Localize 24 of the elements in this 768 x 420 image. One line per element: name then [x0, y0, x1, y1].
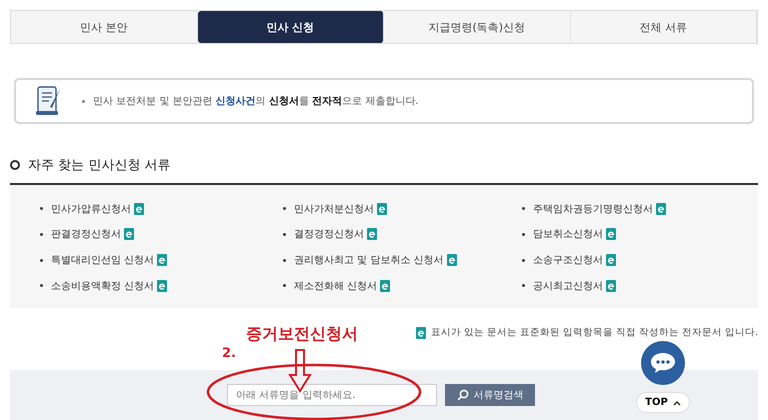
document-link[interactable]: 공시최고신청서 — [533, 278, 603, 293]
document-link[interactable]: 담보취소신청서 — [533, 227, 603, 242]
search-button[interactable]: 서류명검색 — [445, 384, 535, 406]
document-link[interactable]: 민사가압류신청서 — [51, 202, 131, 216]
section-title: 자주 찾는 민사신청 서류 — [28, 157, 170, 174]
tab[interactable]: 민사 신청 — [198, 11, 384, 43]
document-link[interactable]: 소송구조신청서 — [533, 253, 603, 267]
document-link[interactable]: 주택임차권등기명령신청서 — [533, 202, 653, 216]
document-link[interactable]: 소송비용액확정 신청서 — [51, 278, 154, 293]
tab[interactable]: 전체 서류 — [570, 11, 757, 43]
document-link[interactable]: 권리행사최고 및 담보취소 신청서 — [294, 253, 444, 267]
top-button[interactable]: TOP — [636, 392, 690, 413]
document-link[interactable]: 제소전화해 신청서 — [294, 278, 378, 293]
tab[interactable]: 민사 본안 — [11, 11, 198, 43]
notice-text: 민사 보전처분 및 본안관련 신청사건의 신청서를 전자적으로 제출합니다. — [93, 95, 418, 108]
tab[interactable]: 지급명령(독촉)신청 — [384, 11, 570, 43]
legend-text: 표시가 있는 문서는 표준화된 입력항목을 직접 작성하는 전자문서 입니다. — [430, 326, 758, 339]
annotation-text: 증거보전신청서 — [246, 324, 358, 345]
document-link[interactable]: 특별대리인선임 신청서 — [51, 253, 154, 267]
document-link[interactable]: 민사가처분신청서 — [294, 202, 374, 216]
step-number: 2. — [222, 346, 236, 361]
document-link[interactable]: 결정경정신청서 — [294, 227, 364, 242]
document-link[interactable]: 판결경정신청서 — [51, 227, 121, 242]
search-field[interactable]: 아래 서류명을 입력하세요. — [227, 384, 437, 406]
